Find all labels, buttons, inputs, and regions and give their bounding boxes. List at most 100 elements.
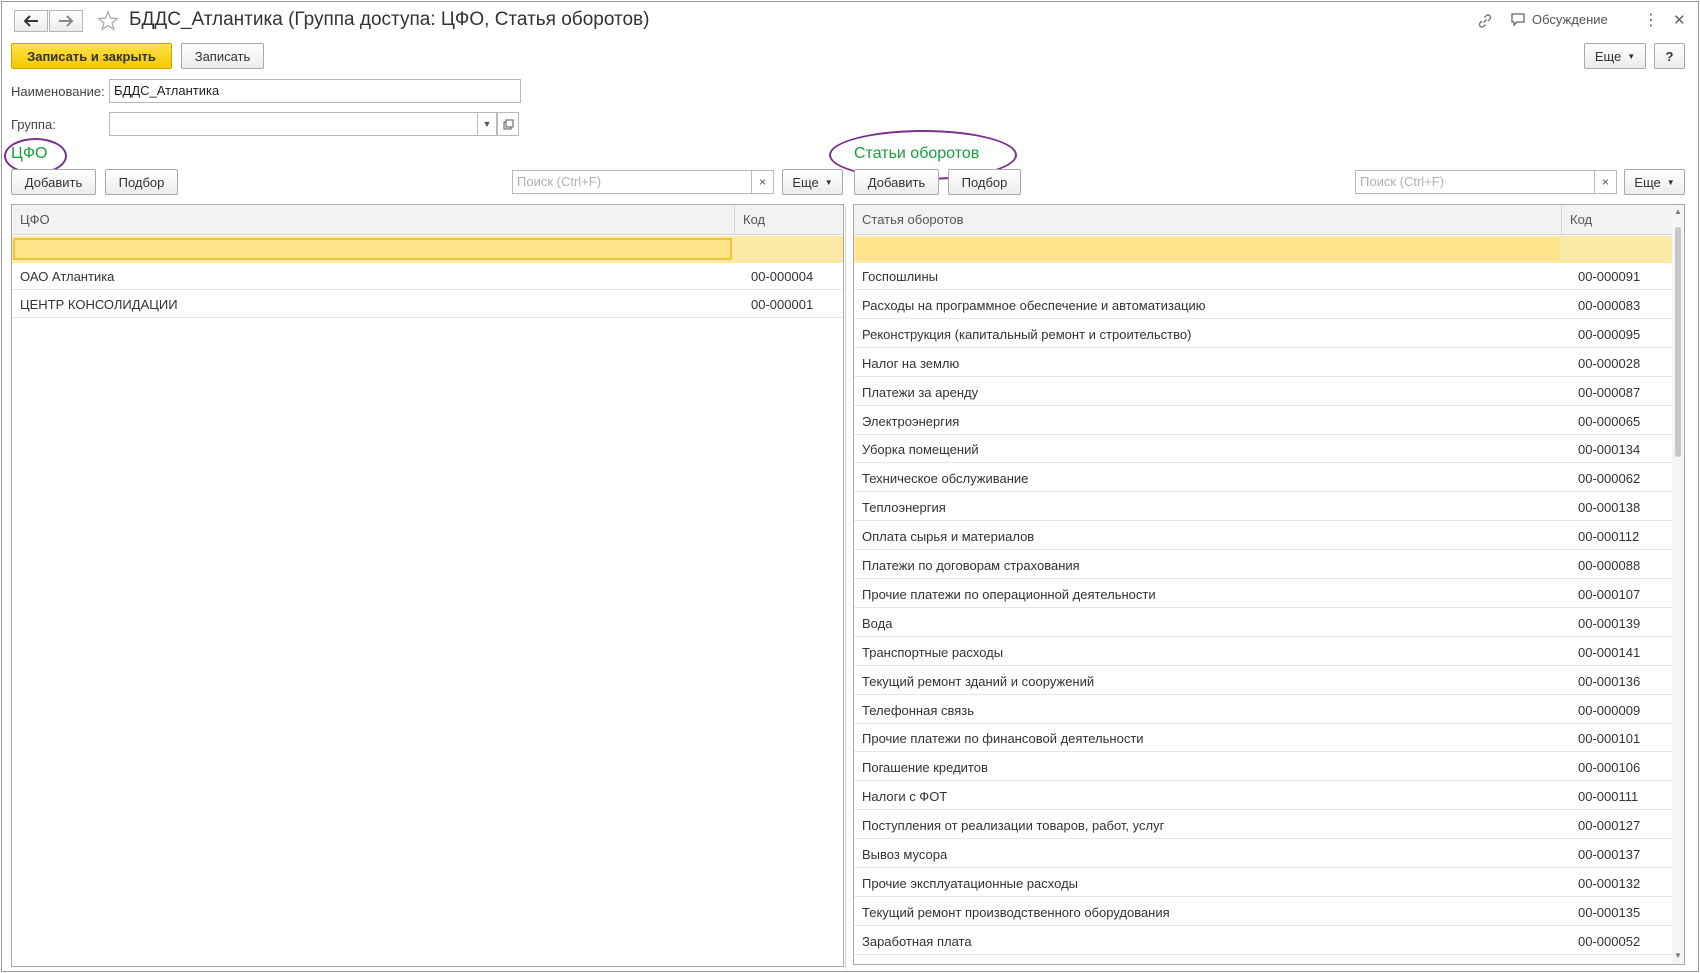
item-name-cell: Прочие эксплуатационные расходы bbox=[862, 875, 1078, 891]
cfo-search-clear-icon[interactable]: × bbox=[752, 170, 774, 194]
close-icon[interactable]: ✕ bbox=[1673, 11, 1686, 29]
item-name-cell: Текущий ремонт зданий и сооружений bbox=[862, 673, 1095, 689]
group-open-button[interactable] bbox=[497, 112, 519, 136]
chat-bubble-icon bbox=[1511, 13, 1525, 27]
group-dropdown-button[interactable]: ▼ bbox=[477, 112, 497, 136]
table-row[interactable]: Госпошлины 00-000091 bbox=[854, 263, 1672, 290]
item-name-cell: Реконструкция (капитальный ремонт и стро… bbox=[862, 326, 1192, 342]
table-row[interactable]: Расходы на программное обеспечение и авт… bbox=[854, 292, 1672, 319]
back-button[interactable] bbox=[14, 10, 48, 32]
cfo-add-button[interactable]: Добавить bbox=[11, 169, 96, 195]
cfo-search-input[interactable]: Поиск (Ctrl+F) bbox=[512, 170, 752, 194]
cfo-pick-button[interactable]: Подбор bbox=[105, 169, 178, 195]
items-column-header-name[interactable]: Статья оборотов bbox=[854, 205, 1562, 235]
table-row[interactable]: Реконструкция (капитальный ремонт и стро… bbox=[854, 321, 1672, 348]
dropdown-caret-icon: ▼ bbox=[1627, 51, 1636, 61]
item-name-cell: Платежи за аренду bbox=[862, 384, 979, 400]
table-row[interactable]: Налог на землю 00-000028 bbox=[854, 350, 1672, 377]
link-icon[interactable] bbox=[1477, 13, 1493, 29]
table-row[interactable]: Прочие платежи по финансовой деятельност… bbox=[854, 725, 1672, 753]
table-row[interactable]: Вывоз мусора 00-000137 bbox=[854, 841, 1672, 868]
cfo-selected-cell[interactable] bbox=[13, 238, 732, 260]
item-name-cell: Прочие платежи по финансовой деятельност… bbox=[862, 731, 1144, 747]
more-button[interactable]: Еще ▼ bbox=[1584, 43, 1646, 69]
table-row[interactable]: Вода 00-000139 bbox=[854, 610, 1672, 637]
panel-divider[interactable] bbox=[845, 207, 846, 969]
table-row[interactable]: Платежи по договорам страхования 00-00008… bbox=[854, 552, 1672, 579]
item-code-cell: 00-000135 bbox=[1578, 904, 1641, 920]
open-window-icon bbox=[503, 119, 513, 129]
forward-button[interactable] bbox=[49, 10, 83, 32]
save-and-close-button[interactable]: Записать и закрыть bbox=[11, 43, 172, 69]
item-code-cell: 00-000052 bbox=[1578, 933, 1641, 949]
cfo-column-header-name[interactable]: ЦФО bbox=[12, 205, 735, 235]
items-selected-cell[interactable] bbox=[855, 238, 1560, 260]
item-code-cell: 00-000101 bbox=[1578, 731, 1641, 747]
item-name-cell: Поступления от реализации товаров, работ… bbox=[862, 818, 1165, 834]
item-code-cell: 00-000139 bbox=[1578, 615, 1641, 631]
items-more-button[interactable]: Еще ▼ bbox=[1624, 169, 1685, 195]
item-code-cell: 00-000065 bbox=[1578, 413, 1641, 429]
item-code-cell: 00-000107 bbox=[1578, 586, 1641, 602]
items-search-clear-icon[interactable]: × bbox=[1595, 170, 1617, 194]
item-name-cell: Оплата сырья и материалов bbox=[862, 529, 1035, 545]
item-code-cell: 00-000087 bbox=[1578, 384, 1641, 400]
items-new-row[interactable] bbox=[854, 236, 1672, 263]
item-name-cell: Электроэнергия bbox=[862, 413, 960, 429]
items-scrollbar[interactable]: ▲ ▼ bbox=[1672, 205, 1684, 964]
name-field[interactable]: БДДС_Атлантика bbox=[109, 79, 521, 103]
table-row[interactable]: Техническое обслуживание 00-000062 bbox=[854, 465, 1672, 493]
more-vertical-icon[interactable]: ⋮ bbox=[1643, 10, 1659, 30]
cfo-column-header-code[interactable]: Код bbox=[735, 205, 843, 235]
table-row[interactable]: Прочие платежи по операционной деятельно… bbox=[854, 581, 1672, 608]
favorite-star-icon[interactable] bbox=[97, 10, 119, 32]
items-table-header: Статья оборотов Код bbox=[854, 205, 1672, 235]
window-title: БДДС_Атлантика (Группа доступа: ЦФО, Ста… bbox=[129, 9, 650, 30]
scrollbar-thumb[interactable] bbox=[1675, 227, 1681, 457]
table-row[interactable]: Прочие эксплуатационные расходы 00-000132 bbox=[854, 870, 1672, 897]
table-row[interactable]: Оплата сырья и материалов 00-000112 bbox=[854, 523, 1672, 551]
items-pick-button[interactable]: Подбор bbox=[948, 169, 1021, 195]
table-row[interactable]: Платежи за аренду 00-000087 bbox=[854, 379, 1672, 406]
form-window: БДДС_Атлантика (Группа доступа: ЦФО, Ста… bbox=[1, 1, 1699, 972]
item-name-cell: Налоги с ФОТ bbox=[862, 789, 948, 805]
item-name-cell: Прочие платежи по операционной деятельно… bbox=[862, 586, 1156, 602]
item-code-cell: 00-000138 bbox=[1578, 500, 1641, 516]
table-row[interactable]: Электроэнергия 00-000065 bbox=[854, 408, 1672, 435]
table-row[interactable]: ЦЕНТР КОНСОЛИДАЦИИ 00-000001 bbox=[12, 291, 843, 318]
table-row[interactable]: Теплоэнергия 00-000138 bbox=[854, 494, 1672, 522]
table-row[interactable]: Текущий ремонт зданий и сооружений 00-000… bbox=[854, 668, 1672, 695]
item-code-cell: 00-000106 bbox=[1578, 760, 1641, 776]
table-row[interactable]: Транспортные расходы 00-000141 bbox=[854, 639, 1672, 666]
items-search-input[interactable]: Поиск (Ctrl+F) bbox=[1355, 170, 1595, 194]
cfo-name-cell: ЦЕНТР КОНСОЛИДАЦИИ bbox=[20, 297, 178, 312]
group-field[interactable] bbox=[109, 112, 497, 136]
item-name-cell: Вывоз мусора bbox=[862, 847, 948, 862]
item-name-cell: Расходы на программное обеспечение и авт… bbox=[862, 297, 1206, 313]
discussion-button[interactable]: Обсуждение bbox=[1510, 12, 1608, 27]
items-column-header-code[interactable]: Код bbox=[1562, 205, 1672, 235]
cfo-table: ЦФО Код ОАО Атлантика 00-000004 ЦЕНТР КО… bbox=[11, 204, 844, 967]
cfo-new-row[interactable] bbox=[12, 236, 843, 263]
table-row[interactable]: Налоги с ФОТ 00-000111 bbox=[854, 783, 1672, 811]
item-name-cell: Теплоэнергия bbox=[862, 500, 946, 516]
table-row[interactable]: Текущий ремонт производственного оборудо… bbox=[854, 899, 1672, 926]
dropdown-caret-icon: ▼ bbox=[824, 177, 833, 187]
items-add-button[interactable]: Добавить bbox=[854, 169, 939, 195]
table-row[interactable]: Заработная плата 00-000052 bbox=[854, 928, 1672, 955]
cfo-more-button[interactable]: Еще ▼ bbox=[782, 169, 843, 195]
table-row[interactable]: Уборка помещений 00-000134 bbox=[854, 436, 1672, 464]
table-row[interactable]: Погашение кредитов 00-000106 bbox=[854, 754, 1672, 782]
save-button[interactable]: Записать bbox=[181, 43, 264, 69]
item-name-cell: Платежи по договорам страхования bbox=[862, 558, 1080, 573]
scroll-down-icon[interactable]: ▼ bbox=[1674, 951, 1682, 960]
item-code-cell: 00-000095 bbox=[1578, 326, 1641, 342]
cfo-name-cell: ОАО Атлантика bbox=[20, 269, 115, 284]
table-row[interactable]: Телефонная связь 00-000009 bbox=[854, 697, 1672, 724]
item-code-cell: 00-000136 bbox=[1578, 673, 1641, 689]
scroll-up-icon[interactable]: ▲ bbox=[1674, 207, 1682, 216]
item-code-cell: 00-000091 bbox=[1578, 269, 1641, 284]
table-row[interactable]: Поступления от реализации товаров, работ… bbox=[854, 812, 1672, 840]
table-row[interactable]: ОАО Атлантика 00-000004 bbox=[12, 263, 843, 290]
help-button[interactable]: ? bbox=[1654, 43, 1685, 69]
